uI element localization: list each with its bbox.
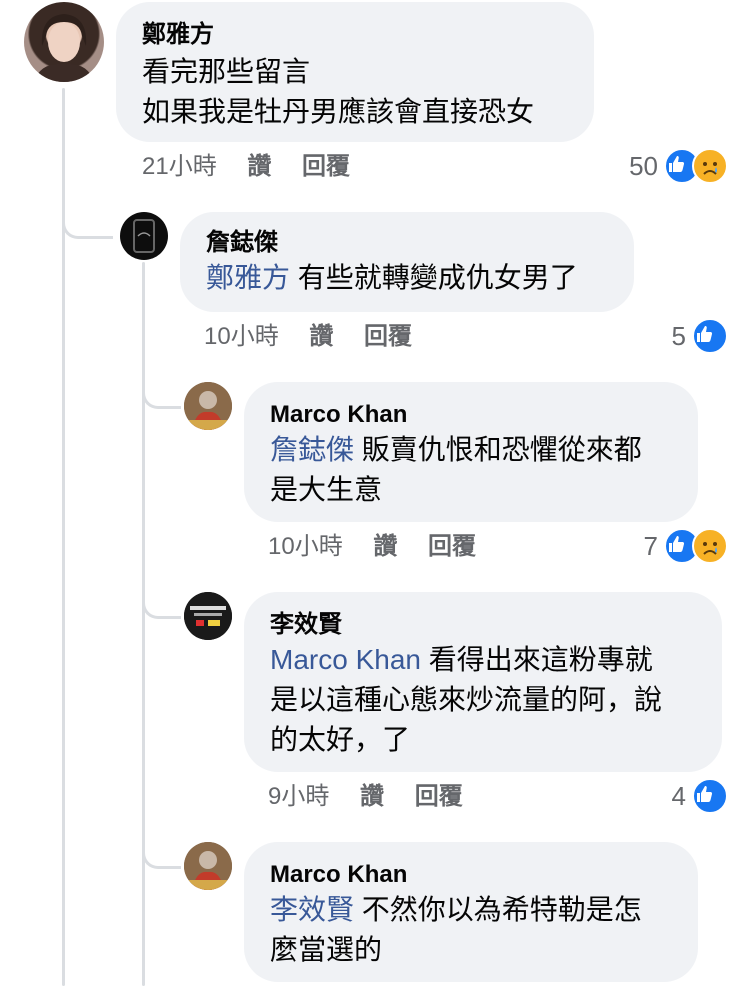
- reaction-count: 7: [643, 530, 658, 561]
- like-button[interactable]: 讚: [309, 323, 333, 350]
- reply-button[interactable]: 回覆: [428, 533, 476, 560]
- comment-author[interactable]: Marco Khan: [270, 400, 642, 430]
- reaction-count: 4: [671, 780, 686, 811]
- avatar[interactable]: [184, 382, 232, 430]
- reaction-summary[interactable]: 7: [644, 528, 728, 564]
- comment-author[interactable]: 鄭雅方: [142, 20, 534, 50]
- comment-author[interactable]: Marco Khan: [270, 860, 642, 890]
- mention-link[interactable]: 鄭雅方: [206, 262, 290, 293]
- avatar-photo: [184, 382, 232, 430]
- comment-text: 詹鋕傑 販賣仇恨和恐懼從來都 是大生意: [270, 434, 642, 505]
- comment-time[interactable]: 10小時: [268, 533, 343, 560]
- comment-author[interactable]: 李效賢: [270, 610, 662, 640]
- avatar[interactable]: [120, 212, 168, 260]
- comment-bubble: 李效賢 Marco Khan 看得出來這粉專就 是以這種心態來炒流量的阿，說 的…: [244, 592, 722, 772]
- comment-meta: 10小時 讚 回覆: [204, 322, 412, 352]
- reply-button[interactable]: 回覆: [415, 783, 463, 810]
- mention-link[interactable]: Marco Khan: [270, 644, 421, 675]
- comment-bubble: 鄭雅方 看完那些留言 如果我是牡丹男應該會直接恐女: [116, 2, 594, 142]
- avatar-photo: [133, 219, 155, 253]
- avatar-photo: [34, 14, 94, 82]
- thread-connector: [142, 560, 181, 619]
- comment-time[interactable]: 9小時: [268, 783, 329, 810]
- comment-meta: 21小時 讚 回覆: [142, 152, 350, 182]
- comment-text: Marco Khan 看得出來這粉專就 是以這種心態來炒流量的阿，說 的太好，了: [270, 644, 663, 755]
- reaction-summary[interactable]: 4: [672, 778, 728, 814]
- reaction-summary[interactable]: 5: [672, 318, 728, 354]
- comment-author[interactable]: 詹鋕傑: [206, 228, 578, 258]
- comment-bubble: 詹鋕傑 鄭雅方 有些就轉變成仇女男了: [180, 212, 634, 312]
- comment-time[interactable]: 10小時: [204, 323, 279, 350]
- comment-text: 看完那些留言 如果我是牡丹男應該會直接恐女: [142, 56, 535, 127]
- reaction-count: 50: [629, 150, 658, 181]
- thread-connector: [142, 810, 181, 869]
- avatar-photo: [184, 842, 232, 890]
- avatar[interactable]: [184, 842, 232, 890]
- avatar[interactable]: [24, 2, 104, 82]
- comment-text: 李效賢 不然你以為希特勒是怎 麼當選的: [270, 894, 642, 965]
- reaction-count: 5: [671, 320, 686, 351]
- comment-text: 鄭雅方 有些就轉變成仇女男了: [206, 262, 578, 293]
- comment-time[interactable]: 21小時: [142, 153, 217, 180]
- comment-bubble: Marco Khan 詹鋕傑 販賣仇恨和恐懼從來都 是大生意: [244, 382, 698, 522]
- avatar[interactable]: [184, 592, 232, 640]
- sad-icon: [692, 148, 728, 184]
- thread-connector: [142, 340, 181, 409]
- avatar-photo: [184, 592, 232, 640]
- mention-link[interactable]: 詹鋕傑: [270, 434, 354, 465]
- comment-meta: 9小時 讚 回覆: [268, 782, 463, 812]
- comment-bubble: Marco Khan 李效賢 不然你以為希特勒是怎 麼當選的: [244, 842, 698, 982]
- reaction-summary[interactable]: 50: [629, 148, 728, 184]
- like-button[interactable]: 讚: [373, 533, 397, 560]
- like-icon: [692, 318, 728, 354]
- reply-button[interactable]: 回覆: [364, 323, 412, 350]
- like-button[interactable]: 讚: [360, 783, 384, 810]
- mention-link[interactable]: 李效賢: [270, 894, 354, 925]
- reply-button[interactable]: 回覆: [302, 153, 350, 180]
- like-button[interactable]: 讚: [247, 153, 271, 180]
- thread-connector: [62, 140, 113, 239]
- comment-meta: 10小時 讚 回覆: [268, 532, 476, 562]
- sad-icon: [692, 528, 728, 564]
- like-icon: [692, 778, 728, 814]
